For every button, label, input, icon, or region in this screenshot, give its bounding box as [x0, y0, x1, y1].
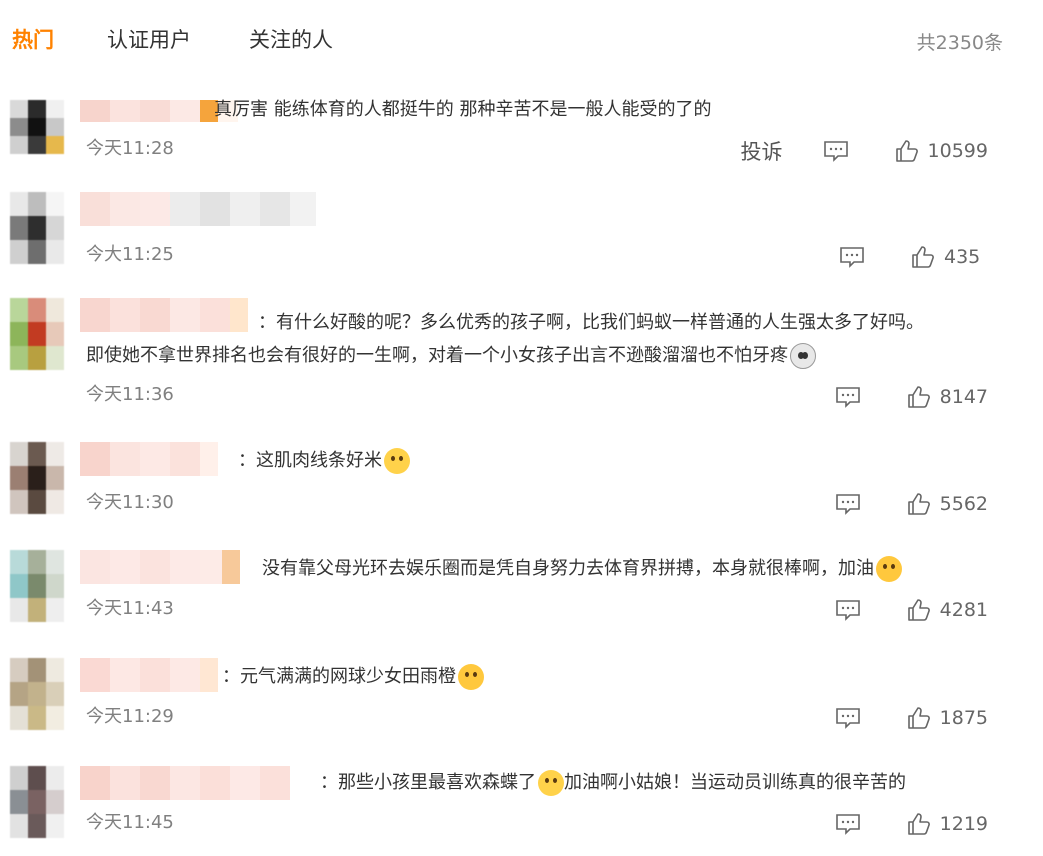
comment-icon[interactable]: [823, 140, 849, 162]
comment-text-continued: 加油啊小姑娘！当运动员训练真的很辛苦的: [564, 772, 906, 793]
avatar[interactable]: [10, 192, 64, 264]
comment-time: 今天11:29: [86, 706, 174, 727]
comment-actions: 8147: [835, 384, 988, 410]
comment-text-row: 没有靠父母光环去娱乐圈而是凭自身努力去体育界拼搏，本身就很棒啊，加油: [262, 554, 902, 584]
username-blurred[interactable]: [80, 658, 218, 692]
comment-actions: 投诉 10599: [741, 138, 988, 164]
thumbs-up-icon[interactable]: [895, 139, 919, 163]
tab-following[interactable]: 关注的人: [249, 24, 333, 54]
comment-text: ：有什么好酸的呢？多么优秀的孩子啊，比我们蚂蚁一样普通的人生强太多了好吗。: [258, 312, 924, 333]
comment-total-count: 共2350条: [916, 32, 1003, 54]
comment-text-row: ：那些小孩里最喜欢森蝶了 加油啊小姑娘！当运动员训练真的很辛苦的: [320, 768, 906, 798]
avatar[interactable]: [10, 766, 64, 838]
comment-text-line2: 即使她不拿世界排名也会有很好的一生啊，对着一个小女孩子出言不逊酸溜溜也不怕牙疼: [86, 341, 816, 371]
thumbs-up-icon[interactable]: [907, 492, 931, 516]
comment-text-content: 即使她不拿世界排名也会有很好的一生啊，对着一个小女孩子出言不逊酸溜溜也不怕牙疼: [86, 345, 788, 366]
like-count: 4281: [939, 599, 988, 621]
comment-text: ：这肌肉线条好米: [238, 450, 382, 471]
comment-text-row: ：元气满满的网球少女田雨橙: [222, 662, 484, 692]
comment-time: 今天11:30: [86, 492, 174, 513]
comment-icon[interactable]: [835, 707, 861, 729]
username-blurred[interactable]: [80, 442, 218, 476]
thumbs-up-icon[interactable]: [911, 245, 935, 269]
like-count: 8147: [939, 386, 988, 408]
avatar[interactable]: [10, 442, 64, 514]
thumbs-up-icon[interactable]: [907, 385, 931, 409]
comment-actions: 1875: [835, 705, 988, 731]
comment-text: ：那些小孩里最喜欢森蝶了: [320, 772, 536, 793]
thumbs-up-icon[interactable]: [907, 598, 931, 622]
thumbs-up-icon[interactable]: [907, 706, 931, 730]
love-emoji-icon: [458, 664, 484, 690]
username-blurred[interactable]: [80, 298, 248, 332]
like-count: 10599: [927, 140, 988, 162]
comment-time: 今天11:36: [86, 384, 174, 405]
avatar[interactable]: [10, 100, 64, 154]
crying-emoji-icon: [384, 448, 410, 474]
comment-actions: 4281: [835, 597, 988, 623]
love-emoji-icon: [876, 556, 902, 582]
tab-verified-users[interactable]: 认证用户: [107, 24, 191, 54]
avatar[interactable]: [10, 658, 64, 730]
comment-icon[interactable]: [835, 599, 861, 621]
comment-icon[interactable]: [835, 813, 861, 835]
comment-icon[interactable]: [835, 493, 861, 515]
comment-tabs: 热门 认证用户 关注的人 共2350条: [0, 0, 1043, 80]
comment-actions: 435: [839, 244, 988, 270]
like-count: 1875: [939, 707, 988, 729]
username-blurred[interactable]: [80, 766, 290, 800]
avatar[interactable]: [10, 550, 64, 622]
comment-icon[interactable]: [835, 386, 861, 408]
comment-time: 今天11:45: [86, 812, 174, 833]
comment-icon[interactable]: [839, 246, 865, 268]
comment-text: 没有靠父母光环去娱乐圈而是凭自身努力去体育界拼搏，本身就很棒啊，加油: [262, 558, 874, 579]
comment-actions: 1219: [835, 811, 988, 837]
comment-time: 今天11:43: [86, 598, 174, 619]
comment-text-row: ：这肌肉线条好米: [238, 446, 410, 476]
tab-hot[interactable]: 热门: [12, 24, 54, 54]
avatar[interactable]: [10, 298, 64, 370]
crying-emoji-icon: [538, 770, 564, 796]
comment-text: 真厉害 能练体育的人都挺牛的 那种辛苦不是一般人能受的了的: [214, 99, 712, 120]
comment-actions: 5562: [835, 491, 988, 517]
like-count: 5562: [939, 493, 988, 515]
skull-emoji-icon: [790, 343, 816, 369]
username-blurred[interactable]: [80, 550, 240, 584]
like-count: 435: [944, 246, 981, 268]
like-count: 1219: [939, 813, 988, 835]
comment-text: ：元气满满的网球少女田雨橙: [222, 666, 456, 687]
comment-time: 今大11:25: [86, 244, 174, 265]
thumbs-up-icon[interactable]: [907, 812, 931, 836]
username-blurred[interactable]: [80, 192, 316, 226]
report-button[interactable]: 投诉: [741, 136, 783, 166]
comment-time: 今天11:28: [86, 138, 174, 159]
